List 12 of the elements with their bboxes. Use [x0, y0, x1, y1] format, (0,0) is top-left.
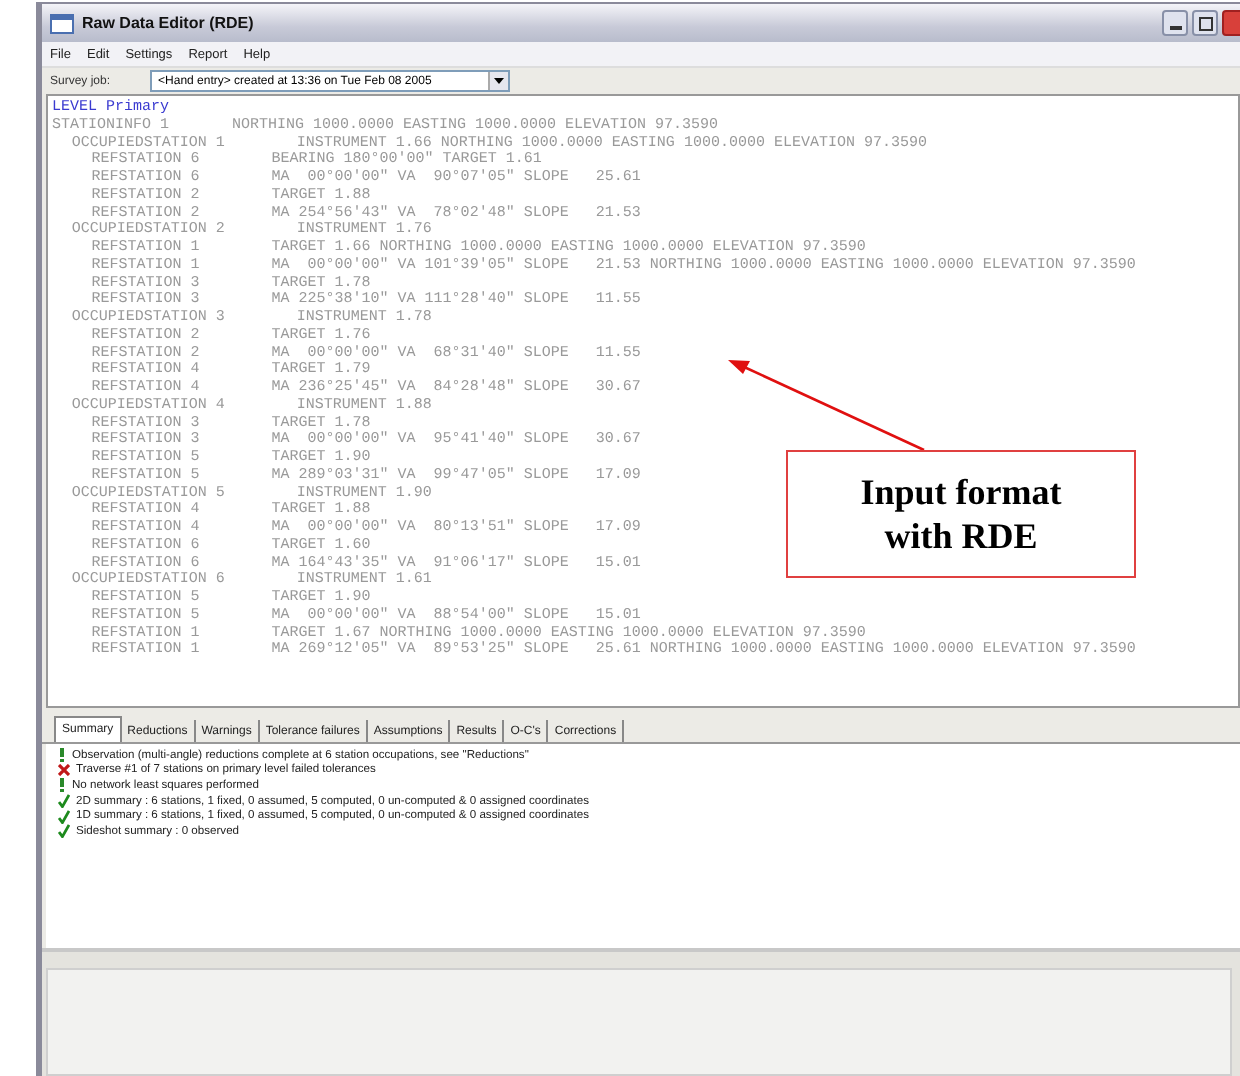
maximize-button[interactable] [1192, 10, 1218, 36]
callout-label: Input format with RDE [786, 450, 1136, 578]
exclamation-icon [58, 778, 66, 793]
dropdown-arrow-icon [494, 78, 505, 84]
maximize-icon [1197, 15, 1213, 31]
minimize-icon [1169, 26, 1181, 30]
text-editor[interactable] [46, 94, 1240, 708]
cross-icon [58, 764, 70, 777]
minimize-button[interactable] [1162, 10, 1188, 36]
window-title: Raw Data Editor (RDE) [82, 14, 254, 32]
exclamation-icon [58, 748, 66, 763]
window-icon [50, 13, 74, 33]
